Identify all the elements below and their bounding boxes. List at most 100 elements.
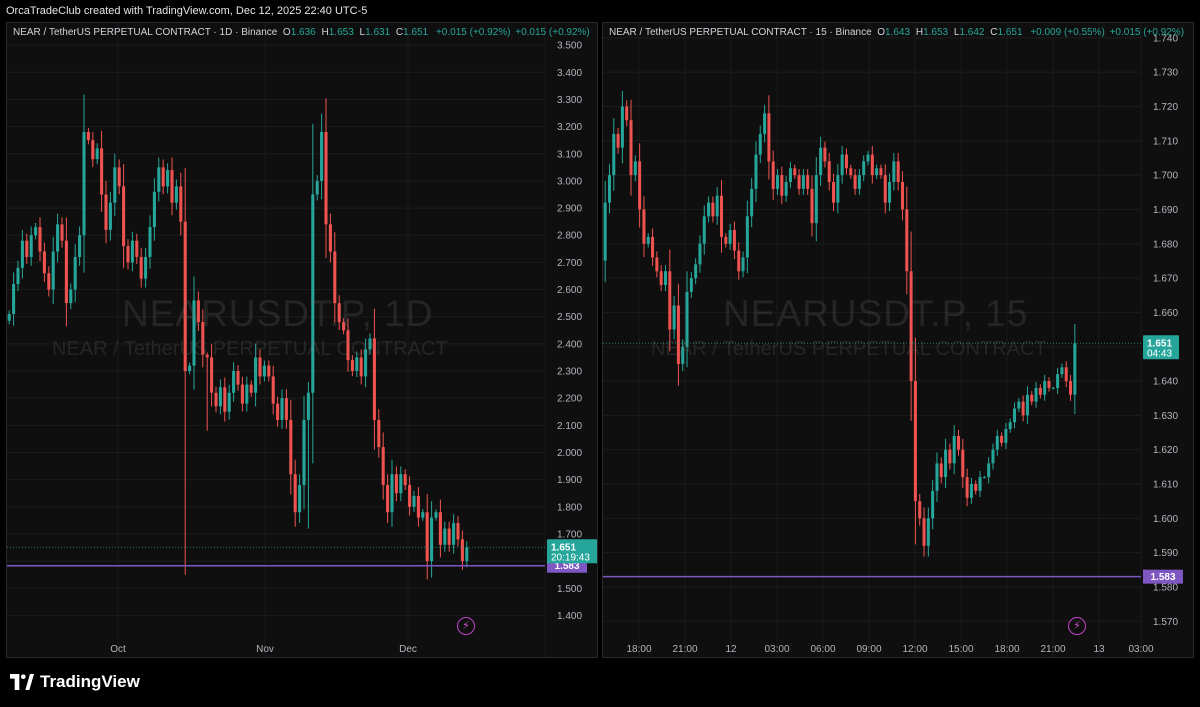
candle-body	[320, 132, 324, 181]
change-value-2: +0.015 (+0.92%)	[1109, 27, 1185, 38]
candle-body	[1004, 429, 1008, 443]
candle-body	[64, 240, 68, 304]
candle-body	[926, 518, 930, 546]
candle-body	[1073, 343, 1077, 395]
open-label: O	[282, 27, 291, 38]
high-label: H	[321, 27, 329, 38]
y-tick-label: 2.000	[557, 448, 582, 459]
candle-body	[758, 133, 762, 155]
candle-body	[324, 132, 328, 225]
chart-panel-15min[interactable]: NEAR / TetherUS PERPETUAL CONTRACT · 15 …	[602, 22, 1194, 658]
chart-panel-daily[interactable]: NEAR / TetherUS PERPETUAL CONTRACT · 1D …	[6, 22, 598, 658]
candle-body	[249, 384, 253, 393]
open-value: 1.636	[290, 27, 316, 38]
candle-body	[651, 236, 655, 258]
candle-body	[148, 227, 152, 257]
close-value: 1.651	[403, 27, 429, 38]
candle-body	[840, 154, 844, 176]
candle-body	[214, 392, 218, 407]
candle-body	[447, 528, 451, 545]
candle-body	[456, 523, 460, 540]
candle-body	[240, 384, 244, 404]
candle-body	[698, 243, 702, 265]
candle-body	[29, 235, 33, 257]
candle-body	[157, 167, 161, 192]
candle-body	[394, 474, 398, 494]
lightning-icon[interactable]: ⚡	[457, 617, 475, 635]
y-tick-label: 1.720	[1153, 102, 1178, 113]
candle-body	[719, 195, 724, 237]
candle-body	[460, 539, 464, 562]
candle-body	[724, 236, 728, 244]
candle-body	[784, 182, 788, 196]
candle-body	[823, 147, 827, 162]
open-value: 1.643	[885, 27, 911, 38]
candle-body	[386, 485, 390, 513]
y-tick-label: 2.800	[557, 231, 582, 242]
footer: TradingView	[0, 660, 1200, 707]
candle-body	[633, 161, 637, 176]
candle-body	[1043, 381, 1047, 395]
candle-body	[1013, 408, 1017, 423]
x-tick-label: 15:00	[948, 644, 973, 655]
candle-body	[91, 140, 95, 160]
candle-body	[659, 271, 663, 285]
candle-body	[715, 195, 719, 217]
candle-body	[42, 251, 46, 274]
candle-body	[896, 161, 900, 182]
candle-body	[7, 313, 11, 321]
candle-body	[935, 463, 939, 491]
candle-body	[1047, 381, 1051, 388]
y-tick-label: 2.200	[557, 394, 582, 405]
candle-body	[905, 209, 909, 272]
y-tick-label: 3.100	[557, 149, 582, 160]
candle-body	[452, 523, 456, 545]
y-tick-label: 1.640	[1153, 377, 1178, 388]
candle-body	[991, 449, 995, 464]
y-tick-label: 2.500	[557, 312, 582, 323]
candle-body	[95, 148, 99, 160]
y-tick-label: 1.710	[1153, 136, 1178, 147]
level-price-text: 1.583	[1150, 572, 1175, 583]
candle-body	[377, 419, 381, 448]
candle-body	[638, 161, 642, 210]
candle-body	[922, 518, 926, 546]
close-label: C	[990, 27, 998, 38]
watermark-name: NEAR / TetherUS PERPETUAL CONTRACT	[52, 338, 448, 360]
x-tick-label: 03:00	[764, 644, 789, 655]
symbol-legend: NEAR / TetherUS PERPETUAL CONTRACT · 15 …	[609, 27, 1184, 38]
x-tick-label: 03:00	[1128, 644, 1153, 655]
candle-body	[1069, 381, 1073, 395]
change-value: +0.009 (+0.55%)	[1030, 27, 1105, 38]
low-value: 1.631	[365, 27, 391, 38]
y-tick-label: 1.630	[1153, 411, 1178, 422]
candle-body	[788, 168, 792, 182]
candle-body	[430, 517, 434, 562]
candle-body	[298, 485, 302, 513]
candle-body	[262, 365, 266, 377]
candle-body	[844, 154, 848, 169]
lightning-icon[interactable]: ⚡	[1068, 617, 1086, 635]
candle-body	[1017, 401, 1021, 409]
candle-body	[130, 240, 134, 263]
candle-body	[642, 209, 646, 244]
candle-body	[51, 251, 55, 290]
candle-body	[218, 387, 222, 407]
y-tick-label: 1.580	[1153, 582, 1178, 593]
candle-body	[1064, 367, 1068, 382]
countdown-text: 04:43	[1147, 348, 1172, 359]
candle-body	[707, 202, 711, 217]
tradingview-logo[interactable]: TradingView	[10, 672, 140, 692]
candle-body	[931, 490, 935, 519]
candle-body	[961, 449, 965, 478]
candle-body	[767, 113, 771, 162]
candle-body	[227, 392, 231, 412]
candle-body	[86, 132, 90, 141]
candle-body	[293, 474, 297, 513]
candle-body	[69, 289, 73, 304]
candle-body	[728, 230, 732, 244]
candle-body	[302, 419, 306, 486]
candle-body	[1021, 401, 1025, 416]
candle-body	[607, 175, 611, 203]
candle-body	[663, 271, 667, 285]
